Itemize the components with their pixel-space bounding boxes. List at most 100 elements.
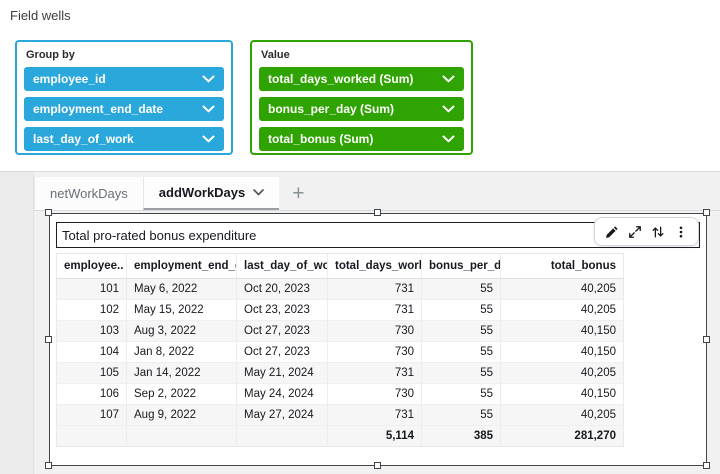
resize-handle-middle-right[interactable] [703,336,710,343]
cell: 40,150 [501,384,624,405]
table-header-row: employee.. employment_end_date last_day_… [57,254,624,279]
cell: 730 [328,321,422,342]
col-header-total-bonus[interactable]: total_bonus [501,254,624,279]
value-well[interactable]: Value total_days_worked (Sum) bonus_per_… [250,40,473,155]
table-row: 107 Aug 9, 2022 May 27, 2024 731 55 40,2… [57,405,624,426]
visual-toolbar [594,217,699,246]
chevron-down-icon[interactable] [202,75,215,83]
tab-addworkdays[interactable]: addWorkDays [143,177,279,210]
swap-arrows-icon[interactable] [650,224,666,240]
resize-handle-top-left[interactable] [45,209,52,216]
cell: 731 [328,363,422,384]
field-pill-label: last_day_of_work [33,132,134,146]
cell: 40,150 [501,342,624,363]
resize-handle-top-middle[interactable] [374,209,381,216]
cell: May 27, 2024 [237,405,328,426]
resize-handle-bottom-middle[interactable] [374,462,381,469]
cell: 55 [422,384,501,405]
table-row: 102 May 15, 2022 Oct 23, 2023 731 55 40,… [57,300,624,321]
cell: 731 [328,300,422,321]
field-pill-employee-id[interactable]: employee_id [24,67,224,91]
field-wells-heading: Field wells [10,8,71,23]
chevron-down-icon[interactable] [202,105,215,113]
sheet-canvas: netWorkDays addWorkDays + Total pro-rate… [0,172,720,474]
cell: 55 [422,321,501,342]
total-bonus-sum: 281,270 [501,426,624,447]
cell: 55 [422,363,501,384]
chevron-down-icon[interactable] [442,75,455,83]
table-row: 105 Jan 14, 2022 May 21, 2024 731 55 40,… [57,363,624,384]
field-pill-bonus-per-day[interactable]: bonus_per_day (Sum) [259,97,464,121]
resize-handle-bottom-left[interactable] [45,462,52,469]
plus-icon: + [292,183,304,204]
cell: May 6, 2022 [127,279,237,300]
table-row: 104 Jan 8, 2022 Oct 27, 2023 730 55 40,1… [57,342,624,363]
cell [127,426,237,447]
cell: 104 [57,342,127,363]
cell: Jan 14, 2022 [127,363,237,384]
cell: Oct 20, 2023 [237,279,328,300]
pivot-table: employee.. employment_end_date last_day_… [56,253,624,447]
cell: 731 [328,279,422,300]
cell: 55 [422,405,501,426]
resize-handle-bottom-right[interactable] [703,462,710,469]
tab-label: addWorkDays [159,185,245,200]
cell: Sep 2, 2022 [127,384,237,405]
totals-row: 5,114 385 281,270 [57,426,624,447]
sheet-tab-bar: netWorkDays addWorkDays + [34,177,720,211]
cell: May 24, 2024 [237,384,328,405]
edit-icon[interactable] [604,224,620,240]
cell: May 15, 2022 [127,300,237,321]
cell: May 21, 2024 [237,363,328,384]
add-sheet-button[interactable]: + [279,177,317,210]
field-pill-label: total_bonus (Sum) [268,132,373,146]
chevron-down-icon[interactable] [442,135,455,143]
visual-card[interactable]: Total pro-rated bonus expenditure employ… [49,213,707,466]
col-header-bonus-per-day[interactable]: bonus_per_day [422,254,501,279]
chevron-down-icon[interactable] [253,189,264,196]
cell: 103 [57,321,127,342]
cell: 107 [57,405,127,426]
resize-handle-middle-left[interactable] [45,336,52,343]
field-pill-label: employee_id [33,72,106,86]
tab-networkdays[interactable]: netWorkDays [34,177,143,210]
chevron-down-icon[interactable] [442,105,455,113]
cell: 730 [328,342,422,363]
cell: 40,205 [501,300,624,321]
field-pill-label: bonus_per_day (Sum) [268,102,394,116]
cell: 55 [422,342,501,363]
cell: 105 [57,363,127,384]
col-header-employee-id[interactable]: employee.. [57,254,127,279]
col-header-employment-end-date[interactable]: employment_end_date [127,254,237,279]
bonus-per-day-sum: 385 [422,426,501,447]
field-pill-total-days-worked[interactable]: total_days_worked (Sum) [259,67,464,91]
resize-handle-top-right[interactable] [703,209,710,216]
cell: 730 [328,384,422,405]
chevron-down-icon[interactable] [202,135,215,143]
cell: 101 [57,279,127,300]
left-gutter [0,172,34,474]
field-pill-employment-end-date[interactable]: employment_end_date [24,97,224,121]
col-header-last-day-of-work[interactable]: last_day_of_work [237,254,328,279]
group-by-label: Group by [26,49,224,61]
cell: Oct 27, 2023 [237,321,328,342]
cell: 106 [57,384,127,405]
cell: Aug 9, 2022 [127,405,237,426]
field-pill-last-day-of-work[interactable]: last_day_of_work [24,127,224,151]
cell: Oct 27, 2023 [237,342,328,363]
maximize-icon[interactable] [627,224,643,240]
cell [57,426,127,447]
field-pill-label: total_days_worked (Sum) [268,72,413,86]
field-pill-total-bonus[interactable]: total_bonus (Sum) [259,127,464,151]
cell: 40,150 [501,321,624,342]
group-by-well[interactable]: Group by employee_id employment_end_date… [15,40,233,155]
tab-label: netWorkDays [50,186,128,201]
col-header-total-days-worked[interactable]: total_days_worked [328,254,422,279]
cell: Aug 3, 2022 [127,321,237,342]
cell: Jan 8, 2022 [127,342,237,363]
cell: 40,205 [501,363,624,384]
cell: 102 [57,300,127,321]
table-row: 103 Aug 3, 2022 Oct 27, 2023 730 55 40,1… [57,321,624,342]
menu-kebab-icon[interactable] [673,224,689,240]
cell [237,426,328,447]
